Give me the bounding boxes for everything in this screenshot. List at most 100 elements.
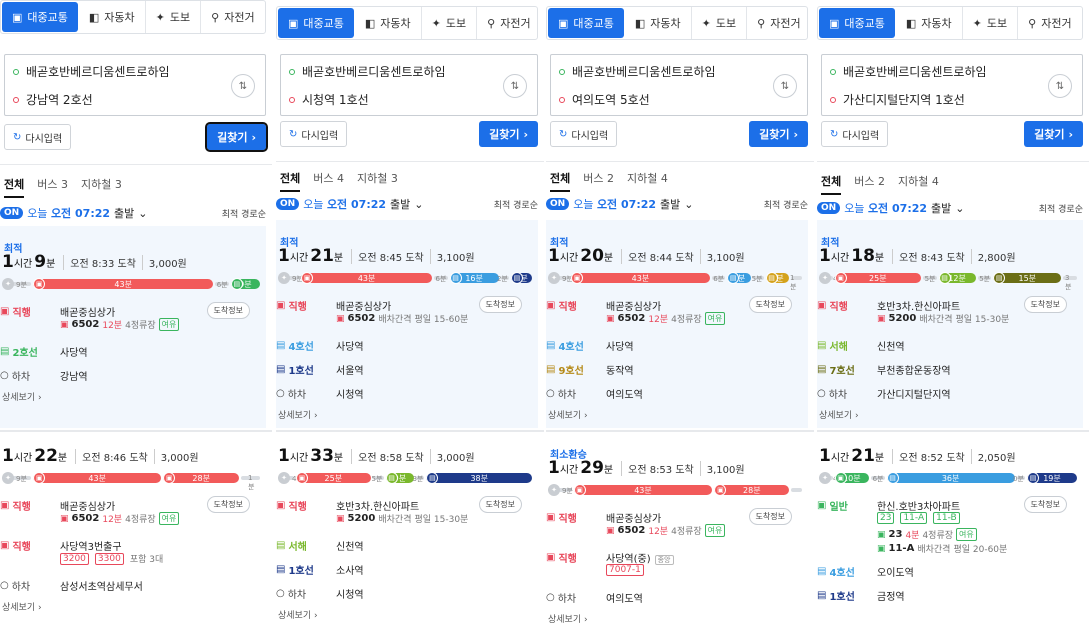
departure-time[interactable]: 오늘 오전 07:22 <box>303 196 386 212</box>
origin-field[interactable]: 배곧호반베르디움센트로하임 <box>559 63 716 80</box>
bus-number[interactable]: 6502 <box>618 525 646 536</box>
mode-tab-bus[interactable]: ▣ 대중교통 <box>819 8 895 38</box>
route-card[interactable]: 최소환승 1 시간 29 분 오전 8:53 도착 3,100원 ✦ 9분 ▣ 43분 ▣ 28분 ▣ 직행… <box>546 432 808 630</box>
swap-icon[interactable]: ⇅ <box>503 74 527 98</box>
arrival-info-button[interactable]: 도착정보 <box>478 296 522 313</box>
bus-route-chip[interactable]: 7007-1 <box>606 564 644 576</box>
chevron-down-icon[interactable]: ⌄ <box>138 207 147 220</box>
sort-dropdown[interactable]: 최적 경로순 <box>764 198 808 211</box>
swap-icon[interactable]: ⇅ <box>231 74 255 98</box>
result-tab[interactable]: 전체 <box>550 170 571 192</box>
swap-icon[interactable]: ⇅ <box>773 74 797 98</box>
bus-route-chip[interactable]: 23 <box>877 512 895 524</box>
mode-tab-bike[interactable]: ⚲ 자전거 <box>477 7 540 39</box>
origin-field[interactable]: 배곧호반베르디움센트로하임 <box>289 63 446 80</box>
route-card[interactable]: 1 시간 22 분 오전 8:46 도착 3,000원 ✦ 9분 ▣ 43분 ▣ 28분 1분 ▣ 직행 배곧… <box>0 432 266 630</box>
bus-number[interactable]: 6502 <box>348 313 376 324</box>
reset-button[interactable]: ↻ 다시입력 <box>821 121 889 147</box>
details-link[interactable]: 상세보기 › <box>2 600 42 613</box>
bus-route-chip[interactable]: 11-B <box>933 512 960 524</box>
mode-tab-walk[interactable]: ✦ 도보 <box>146 1 202 33</box>
route-card[interactable]: 최적 1 시간 9 분 오전 8:33 도착 3,000원 ✦ 9분 ▣ 43분 6분 ▤ 9분 ▣ 직행 배곧… <box>0 226 266 428</box>
sort-dropdown[interactable]: 최적 경로순 <box>1039 202 1083 215</box>
find-route-button[interactable]: 길찾기 › <box>1024 121 1083 147</box>
departure-toggle[interactable]: ON <box>817 202 841 214</box>
mode-tab-walk[interactable]: ✦ 도보 <box>963 7 1019 39</box>
route-card[interactable]: 최적 1 시간 21 분 오전 8:45 도착 3,100원 ✦ 9분 ▣ 43분 6분 ▤ 16분 2분 ▤… <box>276 220 538 428</box>
find-route-button[interactable]: 길찾기 › <box>749 121 808 147</box>
find-route-button[interactable]: 길찾기 › <box>479 121 538 147</box>
mode-tab-bike[interactable]: ⚲ 자전거 <box>201 1 264 33</box>
bus-route-chip[interactable]: 11-A <box>900 512 928 524</box>
destination-field[interactable]: 시청역 1호선 <box>289 91 369 108</box>
mode-tab-bus[interactable]: ▣ 대중교통 <box>548 8 624 38</box>
mode-tab-car[interactable]: ◧ 자동차 <box>355 7 422 39</box>
find-route-button[interactable]: 길찾기 › <box>205 122 268 152</box>
chevron-down-icon[interactable]: ⌄ <box>684 198 693 211</box>
details-link[interactable]: 상세보기 › <box>819 408 859 421</box>
mode-tab-bike[interactable]: ⚲ 자전거 <box>1018 7 1081 39</box>
bus-number[interactable]: 5200 <box>889 313 917 324</box>
destination-field[interactable]: 여의도역 5호선 <box>559 91 650 108</box>
sort-dropdown[interactable]: 최적 경로순 <box>222 207 266 220</box>
chevron-down-icon[interactable]: ⌄ <box>414 198 423 211</box>
reset-button[interactable]: ↻ 다시입력 <box>4 124 72 150</box>
details-link[interactable]: 상세보기 › <box>548 408 588 421</box>
arrival-info-button[interactable]: 도착정보 <box>1023 296 1067 313</box>
bus-route-chip[interactable]: 3200 <box>60 552 89 565</box>
route-card[interactable]: 1시간21분오전 8:52 도착2,050원✦4분▣10분6분▤36분0분▤19… <box>817 432 1083 630</box>
departure-time[interactable]: 오늘 오전 07:22 <box>844 200 927 216</box>
bus-route-chip[interactable]: 3300 <box>94 552 124 565</box>
result-tab[interactable]: 전체 <box>280 170 301 192</box>
sort-dropdown[interactable]: 최적 경로순 <box>494 198 538 211</box>
origin-field[interactable]: 배곧호반베르디움센트로하임 <box>830 63 987 80</box>
mode-tab-car[interactable]: ◧ 자동차 <box>625 7 692 39</box>
bus-number[interactable]: 23 <box>889 529 903 540</box>
details-link[interactable]: 상세보기 › <box>278 608 318 621</box>
route-card[interactable]: 최적1시간20분오전 8:44 도착3,100원✦9분▣43분6분▤5분5분▤7… <box>546 220 808 428</box>
bus-number[interactable]: 6502 <box>72 513 100 524</box>
mode-tab-walk[interactable]: ✦ 도보 <box>422 7 478 39</box>
reset-button[interactable]: ↻ 다시입력 <box>550 121 618 147</box>
arrival-info-button[interactable]: 도착정보 <box>748 508 792 525</box>
mode-tab-bike[interactable]: ⚲ 자전거 <box>747 7 810 39</box>
details-link[interactable]: 상세보기 › <box>548 612 588 625</box>
chevron-down-icon[interactable]: ⌄ <box>955 202 964 215</box>
reset-button[interactable]: ↻ 다시입력 <box>280 121 348 147</box>
swap-icon[interactable]: ⇅ <box>1048 74 1072 98</box>
arrival-info-button[interactable]: 도착정보 <box>1023 496 1067 513</box>
mode-tab-bus[interactable]: ▣ 대중교통 <box>2 2 78 32</box>
bus-number[interactable]: 11-A <box>889 543 915 554</box>
details-link[interactable]: 상세보기 › <box>278 408 318 421</box>
mode-tab-bus[interactable]: ▣ 대중교통 <box>278 8 354 38</box>
result-tab[interactable]: 지하철 4 <box>627 170 668 192</box>
result-tab[interactable]: 버스 3 <box>37 176 68 198</box>
result-tab[interactable]: 지하철 4 <box>898 173 939 195</box>
departure-toggle[interactable]: ON <box>0 207 24 219</box>
destination-field[interactable]: 강남역 2호선 <box>13 91 93 108</box>
result-tab[interactable]: 전체 <box>4 176 25 198</box>
departure-time[interactable]: 오늘 오전 07:22 <box>27 205 110 221</box>
result-tab[interactable]: 지하철 3 <box>357 170 398 192</box>
route-card[interactable]: 최적1시간18분오전 8:43 도착2,800원✦4분▣25분5분▤12분5분▤… <box>817 220 1083 428</box>
arrival-info-button[interactable]: 도착정보 <box>478 496 522 513</box>
origin-field[interactable]: 배곧호반베르디움센트로하임 <box>13 63 170 80</box>
mode-tab-car[interactable]: ◧ 자동차 <box>896 7 963 39</box>
arrival-info-button[interactable]: 도착정보 <box>206 496 250 513</box>
bus-number[interactable]: 6502 <box>618 313 646 324</box>
bus-number[interactable]: 5200 <box>348 513 376 524</box>
result-tab[interactable]: 버스 2 <box>583 170 614 192</box>
departure-toggle[interactable]: ON <box>546 198 570 210</box>
mode-tab-walk[interactable]: ✦ 도보 <box>692 7 748 39</box>
departure-toggle[interactable]: ON <box>276 198 300 210</box>
details-link[interactable]: 상세보기 › <box>2 390 42 403</box>
result-tab[interactable]: 버스 4 <box>313 170 344 192</box>
route-card[interactable]: 1시간33분오전 8:58 도착3,000원✦4분▣25분5분▤9분3분▤38분… <box>276 432 538 630</box>
result-tab[interactable]: 전체 <box>821 173 842 195</box>
result-tab[interactable]: 버스 2 <box>854 173 885 195</box>
bus-number[interactable]: 6502 <box>72 319 100 330</box>
arrival-info-button[interactable]: 도착정보 <box>748 296 792 313</box>
destination-field[interactable]: 가산디지털단지역 1호선 <box>830 91 965 108</box>
result-tab[interactable]: 지하철 3 <box>81 176 122 198</box>
arrival-info-button[interactable]: 도착정보 <box>206 302 250 319</box>
